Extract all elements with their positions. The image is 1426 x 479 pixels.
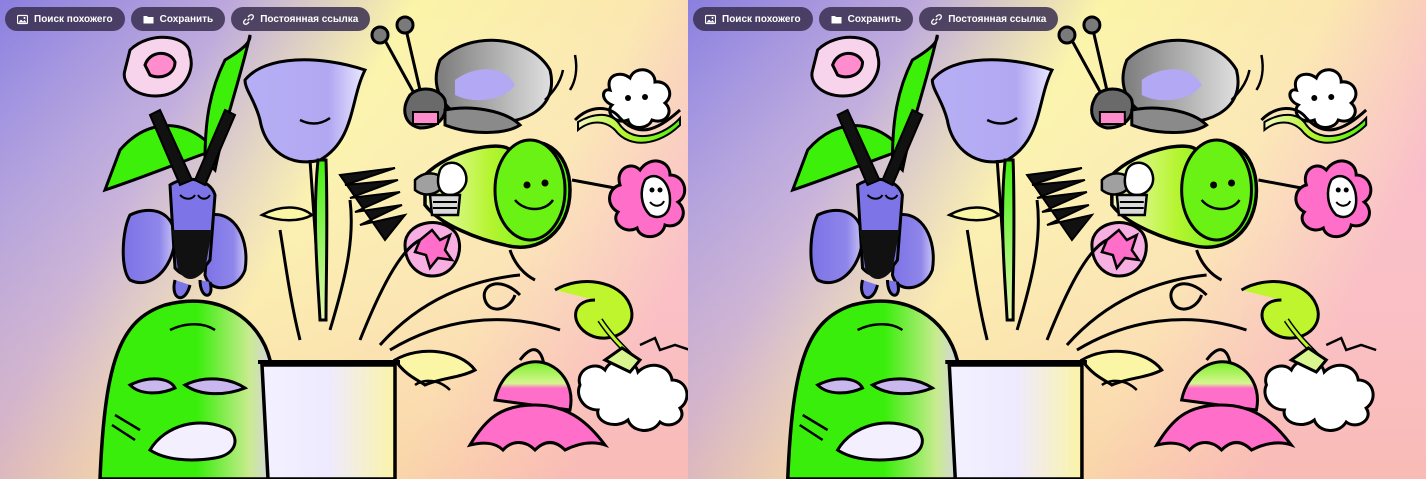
search-similar-label: Поиск похожего [34, 13, 113, 25]
image-toolbar-left: Поиск похожего Сохранить Постоянная ссыл… [5, 7, 371, 31]
image-panel-left: Поиск похожего Сохранить Постоянная ссыл… [0, 0, 688, 479]
link-icon [931, 13, 943, 25]
image-icon [705, 14, 716, 25]
image-panel-right: Поиск похожего Сохранить Постоянная ссыл… [688, 0, 1426, 479]
permalink-label: Постоянная ссылка [948, 13, 1047, 25]
permalink-button[interactable]: Постоянная ссылка [231, 7, 371, 31]
permalink-label: Постоянная ссылка [260, 13, 359, 25]
link-icon [243, 13, 255, 25]
illustration-left [0, 0, 688, 479]
search-similar-button[interactable]: Поиск похожего [5, 7, 125, 31]
permalink-button[interactable]: Постоянная ссылка [919, 7, 1059, 31]
save-button[interactable]: Сохранить [818, 7, 914, 31]
save-button[interactable]: Сохранить [130, 7, 226, 31]
image-toolbar-right: Поиск похожего Сохранить Постоянная ссыл… [693, 7, 1059, 31]
folder-icon [831, 14, 842, 25]
image-icon [17, 14, 28, 25]
search-similar-label: Поиск похожего [722, 13, 801, 25]
save-label: Сохранить [847, 13, 902, 25]
search-similar-button[interactable]: Поиск похожего [693, 7, 813, 31]
illustration-right [688, 0, 1426, 479]
folder-icon [143, 14, 154, 25]
save-label: Сохранить [159, 13, 214, 25]
